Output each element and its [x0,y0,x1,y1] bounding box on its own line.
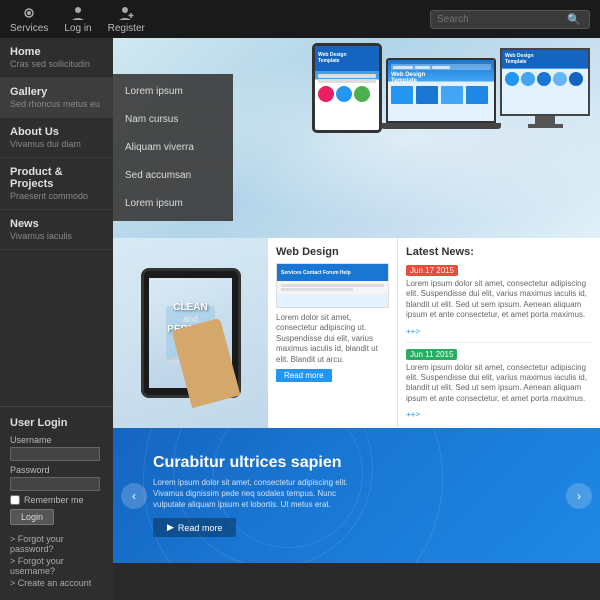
news-title: Latest News: [406,246,592,258]
banner-subtext: Lorem ipsum dolor sit amet, consectetur … [153,477,353,511]
banner-heading: Curabitur ultrices sapien [153,454,353,472]
dropdown-item-2[interactable]: Aliquam viverra [113,134,233,162]
services-icon [20,4,38,22]
tablet-hand-section: CLEAN and PERFECT Praesent laoreet elit … [113,238,268,428]
sidebar: Home Cras sed sollicitudin Gallery Sed r… [0,38,113,600]
main-layout: Home Cras sed sollicitudin Gallery Sed r… [0,38,600,600]
sidebar-item-products[interactable]: Product & Projects Praesent commodo [0,158,113,210]
username-input[interactable] [10,447,100,461]
login-links: Forgot your password? Forgot your userna… [10,534,103,588]
mid-section: CLEAN and PERFECT Praesent laoreet elit … [113,238,600,428]
sidebar-item-about[interactable]: About Us Vivamus dui diam [0,118,113,158]
sidebar-gallery-title: Gallery [10,86,103,98]
sidebar-about-sub: Vivamus dui diam [10,139,103,149]
laptop-base [381,123,501,129]
device-monitor: Web DesignTemplate [500,48,590,133]
news-date-1: Jun 11 2015 [406,349,457,360]
sidebar-news-sub: Vivamus iaculis [10,231,103,241]
sidebar-item-home[interactable]: Home Cras sed sollicitudin [0,38,113,78]
clean-text: CLEAN [173,302,207,314]
search-bar[interactable]: 🔍 [430,10,590,29]
forgot-username-link[interactable]: Forgot your username? [10,556,103,576]
dropdown-item-3[interactable]: Sed accumsan [113,162,233,190]
login-button[interactable]: Login [10,509,54,525]
monitor-screen: Web DesignTemplate [500,48,590,116]
tablet-screen: Web DesignTemplate [315,46,379,130]
sidebar-item-gallery[interactable]: Gallery Sed rhoncus metus eu [0,78,113,118]
news-article-1: Jun 11 2015 Lorem ipsum dolor sit amet, … [406,348,592,421]
news-article-0: Jun 17 2015 Lorem ipsum dolor sit amet, … [406,264,592,337]
nav-login[interactable]: Log in [64,4,91,34]
password-input[interactable] [10,477,100,491]
bottom-banner: ‹ Curabitur ultrices sapien Lorem ipsum … [113,428,600,563]
sidebar-about-title: About Us [10,126,103,138]
read-more-button[interactable]: Read more [276,369,332,382]
remember-row: Remember me [10,495,103,505]
password-label: Password [10,465,103,475]
nav-register-label: Register [108,23,145,34]
sidebar-item-news[interactable]: News Vivamus iaculis [0,210,113,250]
remember-label: Remember me [24,495,84,505]
news-text-1: Lorem ipsum dolor sit amet, consectetur … [406,363,592,405]
banner-text-container: Curabitur ultrices sapien Lorem ipsum do… [153,454,353,538]
web-design-section: Web Design Services Contact Forum Help L… [268,238,398,428]
dropdown-item-4[interactable]: Lorem ipsum [113,190,233,217]
forgot-password-link[interactable]: Forgot your password? [10,534,103,554]
banner-read-more-button[interactable]: ▶ Read more [153,518,236,537]
login-icon [69,4,87,22]
top-navigation: Services Log in Register 🔍 [0,0,600,38]
and-text: and [183,314,198,324]
sidebar-products-title: Product & Projects [10,166,103,190]
create-account-link[interactable]: Create an account [10,578,103,588]
dropdown-item-1[interactable]: Nam cursus [113,106,233,134]
sidebar-home-sub: Cras sed sollicitudin [10,59,103,69]
news-more-1[interactable]: ++> [406,410,420,419]
nav-login-label: Log in [64,23,91,34]
device-laptop: Web DesignTemplate [386,58,496,133]
banner-btn-label: Read more [178,523,223,533]
device-tablet: Web DesignTemplate [312,43,382,133]
gallery-dropdown: Lorem ipsum Nam cursus Aliquam viverra S… [113,74,233,221]
nav-services[interactable]: Services [10,4,48,34]
news-text-0: Lorem ipsum dolor sit amet, consectetur … [406,279,592,321]
banner-prev-button[interactable]: ‹ [121,483,147,509]
search-input[interactable] [437,14,567,25]
laptop-screen: Web DesignTemplate [386,58,496,123]
web-design-text: Lorem dolor sit amet, consectetur adipis… [276,313,389,365]
devices-container: Web DesignTemplate [312,43,590,133]
news-date-0: Jun 17 2015 [406,265,458,276]
sidebar-home-title: Home [10,46,103,58]
web-design-title: Web Design [276,246,389,258]
nav-services-label: Services [10,23,48,34]
sidebar-news-title: News [10,218,103,230]
sidebar-gallery-sub: Sed rhoncus metus eu [10,99,103,109]
news-divider [406,342,592,343]
remember-checkbox[interactable] [10,495,20,505]
user-login-panel: User Login Username Password Remember me… [0,406,113,600]
sidebar-products-sub: Praesent commodo [10,191,103,201]
register-icon [117,4,135,22]
latest-news-section: Latest News: Jun 17 2015 Lorem ipsum dol… [398,238,600,428]
news-more-0[interactable]: ++> [406,327,420,336]
dropdown-item-0[interactable]: Lorem ipsum [113,78,233,106]
nav-register[interactable]: Register [108,4,145,34]
username-label: Username [10,435,103,445]
play-icon: ▶ [167,522,174,533]
banner-next-button[interactable]: › [566,483,592,509]
login-title: User Login [10,417,103,429]
web-design-thumbnail: Services Contact Forum Help [276,263,389,308]
sidebar-menu: Home Cras sed sollicitudin Gallery Sed r… [0,38,113,406]
search-icon: 🔍 [567,13,581,26]
